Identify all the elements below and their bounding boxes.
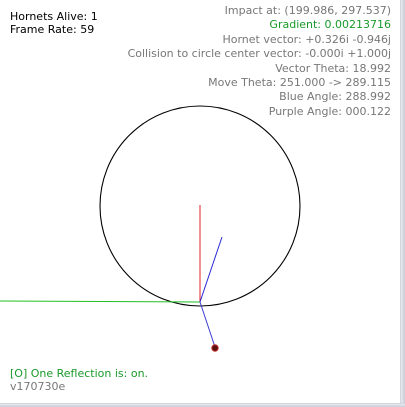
blue-reflection-vector [199, 236, 223, 303]
window-frame-right [400, 0, 405, 407]
reflection-toggle-status: [O] One Reflection is: on. [10, 367, 149, 380]
frame-rate-label: Frame Rate: 59 [10, 23, 95, 36]
version-label: v170730e [10, 379, 66, 393]
collision-vector-label: Collision to circle center vector: -0.00… [127, 47, 391, 61]
purple-angle-label: Purple Angle: 000.122 [268, 104, 391, 118]
simulation-window: Hornets Alive: 1 Frame Rate: 59 Impact a… [0, 0, 405, 407]
gradient-label: Gradient: 0.00213716 [269, 18, 391, 32]
collision-info-panel: Impact at: (199.986, 297.537) Gradient: … [128, 4, 391, 119]
hornet-vector-label: Hornet vector: +0.326i -0.946j [222, 32, 391, 46]
footer: [O] One Reflection is: on. v170730e [10, 367, 149, 393]
hornets-alive-label: Hornets Alive: 1 [10, 10, 98, 23]
hornet[interactable] [211, 344, 219, 352]
dot-icon [211, 344, 219, 352]
hud-stats: Hornets Alive: 1 Frame Rate: 59 [10, 10, 98, 36]
window-frame-bottom [0, 403, 405, 407]
blue-angle-label: Blue Angle: 288.992 [279, 90, 391, 104]
purple-move-vector [199, 301, 216, 348]
move-theta-label: Move Theta: 251.000 -> 289.115 [208, 76, 391, 90]
impact-label: Impact at: (199.986, 297.537) [224, 4, 391, 17]
vector-theta-label: Vector Theta: 18.992 [275, 61, 391, 75]
